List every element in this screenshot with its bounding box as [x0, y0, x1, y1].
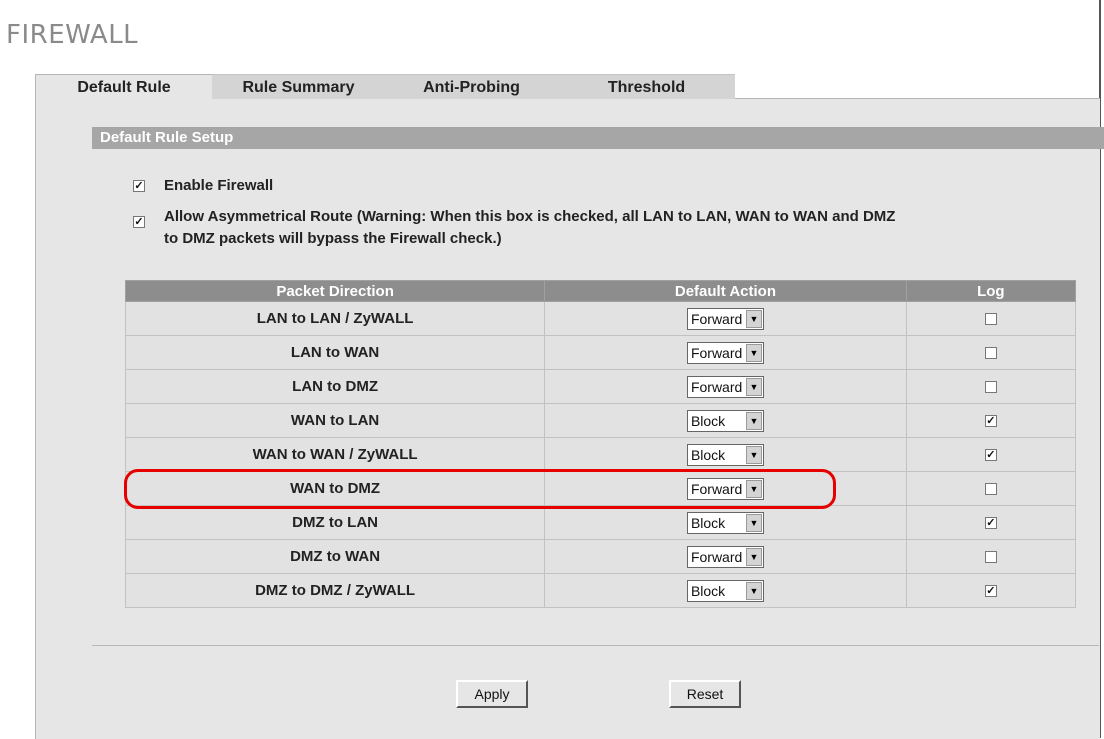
- tab-default-rule[interactable]: Default Rule: [35, 74, 212, 100]
- default-action-value: Forward: [690, 480, 743, 497]
- header-log: Log: [905, 280, 1077, 302]
- default-rule-table: Packet Direction Default Action Log LAN …: [124, 280, 1077, 608]
- table-row: WAN to DMZ Forward ▼: [124, 471, 1077, 506]
- default-action-value: Forward: [690, 310, 743, 327]
- log-cell: [905, 369, 1077, 404]
- log-cell: [905, 471, 1077, 506]
- reset-button[interactable]: Reset: [669, 680, 741, 708]
- log-checkbox[interactable]: ✓: [984, 585, 997, 598]
- default-action-value: Block: [690, 446, 726, 463]
- asymmetrical-route-checkbox[interactable]: ✓: [133, 216, 145, 228]
- default-action-cell: Forward ▼: [544, 471, 907, 506]
- default-action-select[interactable]: Block ▼: [686, 409, 764, 432]
- asymmetrical-route-label-line2: to DMZ packets will bypass the Firewall …: [164, 230, 502, 247]
- chevron-down-icon[interactable]: ▼: [745, 479, 762, 498]
- header-packet-direction: Packet Direction: [124, 280, 546, 302]
- packet-direction-cell: DMZ to WAN: [124, 539, 546, 574]
- log-cell: ✓: [905, 403, 1077, 438]
- default-action-cell: Forward ▼: [544, 301, 907, 336]
- log-checkbox[interactable]: [984, 551, 997, 564]
- log-cell: [905, 335, 1077, 370]
- default-action-select[interactable]: Block ▼: [686, 511, 764, 534]
- tab-threshold[interactable]: Threshold: [558, 74, 735, 99]
- default-action-value: Block: [690, 582, 726, 599]
- log-checkbox[interactable]: [984, 347, 997, 360]
- packet-direction-cell: WAN to DMZ: [124, 471, 546, 506]
- log-checkbox[interactable]: ✓: [984, 415, 997, 428]
- default-action-cell: Block ▼: [544, 573, 907, 608]
- chevron-down-icon[interactable]: ▼: [745, 377, 762, 396]
- chevron-down-icon[interactable]: ▼: [745, 547, 762, 566]
- packet-direction-cell: DMZ to DMZ / ZyWALL: [124, 573, 546, 608]
- packet-direction-cell: WAN to LAN: [124, 403, 546, 438]
- log-cell: ✓: [905, 573, 1077, 608]
- table-row: LAN to DMZ Forward ▼: [124, 369, 1077, 404]
- default-action-select[interactable]: Forward ▼: [686, 545, 764, 568]
- packet-direction-cell: LAN to DMZ: [124, 369, 546, 404]
- table-row: WAN to WAN / ZyWALL Block ▼ ✓: [124, 437, 1077, 472]
- default-action-cell: Forward ▼: [544, 539, 907, 574]
- divider: [92, 645, 1099, 646]
- table-row: LAN to WAN Forward ▼: [124, 335, 1077, 370]
- default-action-cell: Block ▼: [544, 437, 907, 472]
- apply-button[interactable]: Apply: [456, 680, 528, 708]
- chevron-down-icon[interactable]: ▼: [745, 309, 762, 328]
- packet-direction-cell: LAN to LAN / ZyWALL: [124, 301, 546, 336]
- log-cell: ✓: [905, 505, 1077, 540]
- table-row: WAN to LAN Block ▼ ✓: [124, 403, 1077, 438]
- default-action-select[interactable]: Forward ▼: [686, 375, 764, 398]
- page-title: FIREWALL: [6, 20, 139, 50]
- default-action-value: Block: [690, 514, 726, 531]
- log-checkbox[interactable]: [984, 313, 997, 326]
- section-title: Default Rule Setup: [92, 127, 1104, 149]
- enable-firewall-checkbox[interactable]: ✓: [133, 180, 145, 192]
- log-cell: [905, 301, 1077, 336]
- default-action-value: Block: [690, 412, 726, 429]
- tab-anti-probing[interactable]: Anti-Probing: [385, 74, 558, 99]
- chevron-down-icon[interactable]: ▼: [745, 513, 762, 532]
- chevron-down-icon[interactable]: ▼: [745, 445, 762, 464]
- log-checkbox[interactable]: ✓: [984, 517, 997, 530]
- default-action-cell: Block ▼: [544, 403, 907, 438]
- default-action-select[interactable]: Forward ▼: [686, 477, 764, 500]
- log-cell: [905, 539, 1077, 574]
- log-checkbox[interactable]: ✓: [984, 449, 997, 462]
- table-row: DMZ to WAN Forward ▼: [124, 539, 1077, 574]
- default-action-cell: Block ▼: [544, 505, 907, 540]
- default-action-value: Forward: [690, 378, 743, 395]
- table-row: DMZ to DMZ / ZyWALL Block ▼ ✓: [124, 573, 1077, 608]
- packet-direction-cell: DMZ to LAN: [124, 505, 546, 540]
- packet-direction-cell: LAN to WAN: [124, 335, 546, 370]
- header-default-action: Default Action: [544, 280, 907, 302]
- log-cell: ✓: [905, 437, 1077, 472]
- chevron-down-icon[interactable]: ▼: [745, 343, 762, 362]
- default-action-cell: Forward ▼: [544, 369, 907, 404]
- table-row: LAN to LAN / ZyWALL Forward ▼: [124, 301, 1077, 336]
- default-action-select[interactable]: Block ▼: [686, 443, 764, 466]
- asymmetrical-route-label-line1: Allow Asymmetrical Route (Warning: When …: [164, 208, 896, 225]
- default-action-select[interactable]: Forward ▼: [686, 307, 764, 330]
- tab-rule-summary[interactable]: Rule Summary: [212, 74, 385, 99]
- default-action-cell: Forward ▼: [544, 335, 907, 370]
- default-action-value: Forward: [690, 344, 743, 361]
- table-row: DMZ to LAN Block ▼ ✓: [124, 505, 1077, 540]
- default-action-select[interactable]: Block ▼: [686, 579, 764, 602]
- chevron-down-icon[interactable]: ▼: [745, 581, 762, 600]
- default-action-select[interactable]: Forward ▼: [686, 341, 764, 364]
- log-checkbox[interactable]: [984, 483, 997, 496]
- chevron-down-icon[interactable]: ▼: [745, 411, 762, 430]
- default-action-value: Forward: [690, 548, 743, 565]
- enable-firewall-label: Enable Firewall: [164, 177, 274, 194]
- log-checkbox[interactable]: [984, 381, 997, 394]
- packet-direction-cell: WAN to WAN / ZyWALL: [124, 437, 546, 472]
